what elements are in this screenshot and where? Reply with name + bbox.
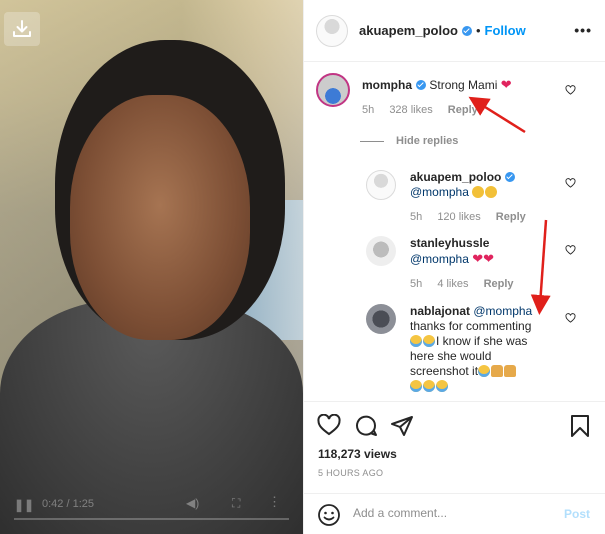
like-comment-heart-icon[interactable]	[565, 178, 576, 188]
comment-item: mompha Strong Mami ❤ 5h 328 likes Reply	[316, 73, 512, 116]
comment-username[interactable]: nablajonat	[410, 304, 470, 318]
mention-link[interactable]: @mompha	[410, 252, 469, 266]
share-icon[interactable]	[390, 414, 414, 438]
verified-badge-icon	[416, 80, 427, 90]
video-progress-bar[interactable]	[14, 518, 289, 520]
comment-meta: 5h 4 likes Reply	[410, 278, 526, 290]
mention-link[interactable]: @mompha	[473, 304, 532, 318]
reply-item: stanleyhussle @mompha ❤❤ 5h 4 likes Repl…	[366, 236, 526, 290]
like-comment-heart-icon[interactable]	[565, 313, 576, 323]
comment-text: mompha Strong Mami ❤	[362, 77, 512, 93]
heart-emoji: ❤	[500, 77, 512, 92]
avatar[interactable]	[316, 14, 348, 47]
fullscreen-icon[interactable]: ⛶	[232, 496, 240, 511]
comment-age[interactable]: 5h	[410, 278, 422, 290]
video-time: 0:42 / 1:25	[42, 498, 94, 510]
video-controls: ❚❚ 0:42 / 1:25 ◀) ⛶ ⋮	[0, 490, 303, 534]
post-author-username[interactable]: akuapem_poloo	[359, 23, 472, 38]
separator-dot: •	[475, 23, 481, 38]
comment-username[interactable]: stanleyhussle	[410, 236, 489, 250]
download-button[interactable]	[4, 12, 40, 46]
like-heart-icon[interactable]	[317, 414, 341, 436]
post-actions: 118,273 views 5 HOURS AGO	[304, 401, 605, 493]
crying-emoji	[423, 380, 435, 392]
hide-replies-label: Hide replies	[396, 135, 459, 147]
comment-age[interactable]: 5h	[410, 211, 422, 223]
like-comment-heart-icon[interactable]	[565, 245, 576, 255]
comment-age[interactable]: 5h	[362, 104, 374, 116]
comment-username[interactable]: mompha	[362, 78, 412, 92]
comment-username[interactable]: akuapem_poloo	[410, 170, 501, 184]
post-timestamp[interactable]: 5 HOURS AGO	[318, 468, 383, 478]
comment-body-line: I know if she was	[436, 334, 528, 348]
crying-emoji	[436, 380, 448, 392]
crying-emoji	[423, 335, 435, 347]
sad-emoji	[410, 335, 422, 347]
reply-button[interactable]: Reply	[496, 211, 526, 223]
post-side-panel: akuapem_poloo • Follow ••• mompha Strong…	[303, 0, 605, 534]
pause-icon[interactable]: ❚❚	[14, 498, 34, 512]
verified-badge-icon	[461, 26, 472, 36]
comment-likes[interactable]: 120 likes	[437, 211, 480, 223]
comment-body-line: here she would	[410, 349, 492, 363]
add-comment-bar: Post	[304, 493, 605, 534]
like-comment-heart-icon[interactable]	[565, 85, 576, 95]
comment-body-line: thanks for commenting	[410, 319, 532, 333]
reply-button[interactable]: Reply	[448, 104, 478, 116]
comment-input[interactable]	[353, 506, 553, 520]
comments-list[interactable]: mompha Strong Mami ❤ 5h 328 likes Reply …	[304, 63, 605, 401]
hide-replies-toggle[interactable]: Hide replies	[360, 135, 458, 147]
comment-likes[interactable]: 4 likes	[437, 278, 468, 290]
comment-meta: 5h 328 likes Reply	[362, 104, 512, 116]
emoji-icon[interactable]	[317, 503, 341, 527]
follow-button[interactable]: Follow	[485, 23, 526, 38]
more-options-button[interactable]: •••	[574, 22, 592, 38]
mention-link[interactable]: @mompha	[410, 185, 469, 199]
comment-meta: 5h 120 likes Reply	[410, 211, 538, 223]
hugging-emoji	[485, 186, 498, 198]
reply-button[interactable]: Reply	[484, 278, 514, 290]
reply-item: nablajonat @mompha thanks for commenting…	[366, 304, 560, 394]
crying-emoji	[478, 365, 491, 377]
praying-hands-emoji	[491, 365, 504, 377]
comment-text: stanleyhussle @mompha ❤❤	[410, 236, 526, 267]
comment-body: Strong Mami	[429, 78, 498, 92]
comment-text: akuapem_poloo @mompha	[410, 170, 538, 200]
heart-emoji: ❤❤	[472, 251, 495, 266]
avatar[interactable]	[316, 73, 350, 107]
avatar[interactable]	[366, 170, 396, 200]
video-player[interactable]: ❚❚ 0:42 / 1:25 ◀) ⛶ ⋮	[0, 0, 303, 534]
hugging-emoji	[472, 186, 485, 198]
avatar[interactable]	[366, 304, 396, 334]
comment-body-line: screenshot it	[410, 364, 479, 378]
post-header: akuapem_poloo • Follow •••	[304, 0, 605, 62]
comment-icon[interactable]	[354, 414, 378, 438]
reply-item: akuapem_poloo @mompha 5h 120 likes Reply	[366, 170, 538, 223]
avatar[interactable]	[366, 236, 396, 266]
divider	[360, 140, 384, 142]
save-bookmark-icon[interactable]	[570, 414, 590, 438]
comment-text: nablajonat @mompha thanks for commenting…	[410, 304, 560, 394]
volume-icon[interactable]: ◀)	[186, 496, 199, 510]
download-icon	[13, 20, 31, 37]
verified-badge-icon	[505, 172, 516, 182]
comment-likes[interactable]: 328 likes	[389, 104, 432, 116]
post-comment-button[interactable]: Post	[564, 507, 590, 521]
crying-emoji	[410, 380, 422, 392]
praying-hands-emoji	[504, 365, 517, 377]
view-count[interactable]: 118,273 views	[318, 447, 397, 461]
video-person-face	[70, 95, 250, 340]
more-options-icon[interactable]: ⋮	[268, 494, 281, 510]
